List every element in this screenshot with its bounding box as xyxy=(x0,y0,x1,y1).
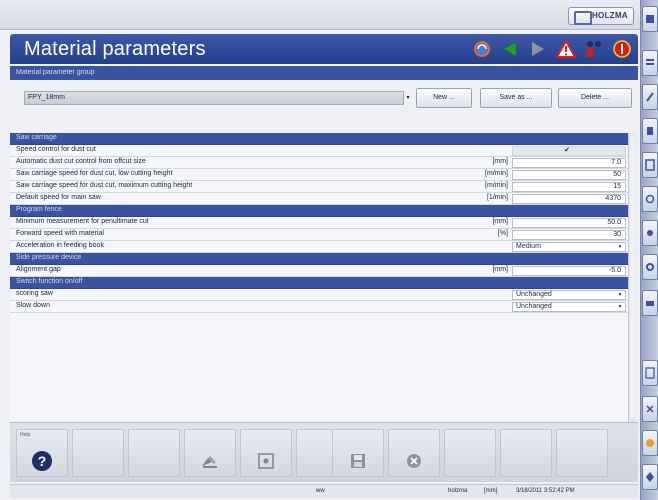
dropdown-arrow-icon[interactable]: ▾ xyxy=(404,92,412,104)
edit-tool-icon xyxy=(197,448,223,474)
group-select-row: FPY_18mm ▾ New ... Save as ... Delete ..… xyxy=(10,87,638,109)
material-group-select[interactable]: FPY_18mm ▾ xyxy=(24,91,410,105)
status-datetime: 3/18/2011 3:52:42 PM xyxy=(516,488,575,494)
table-row: Alignment gap [mm] -5.0 xyxy=(10,265,628,277)
side-panel-icon[interactable] xyxy=(642,152,658,178)
slow-down-select[interactable]: Unchanged ▼ xyxy=(512,302,626,312)
scrollbar-thumb[interactable] xyxy=(630,137,635,417)
status-center: ww xyxy=(316,488,325,494)
document-icon xyxy=(253,448,279,474)
parameter-table: Saw carriage Speed control for dust cut … xyxy=(10,133,628,421)
min-measurement-field[interactable]: 50.0 xyxy=(512,218,626,228)
toolbar-slot-empty xyxy=(444,429,496,477)
side-close-icon[interactable] xyxy=(642,396,658,422)
material-group-value: FPY_18mm xyxy=(28,94,65,101)
help-button[interactable]: Help ? xyxy=(16,429,68,477)
section-side-pressure: Side pressure device xyxy=(10,253,628,265)
table-row: Acceleration in feeding book Medium ▼ xyxy=(10,241,628,253)
new-button[interactable]: New ... xyxy=(416,88,472,108)
warning-icon[interactable] xyxy=(556,39,576,59)
top-bar: HOLZMA xyxy=(0,0,640,30)
help-icon: ? xyxy=(29,448,55,474)
title-bar: Material parameters xyxy=(10,34,638,64)
section-switch-function: Switch function on/off xyxy=(10,277,628,289)
table-row: Saw carriage speed for dust cut, low cut… xyxy=(10,169,628,181)
toolbar-slot-empty xyxy=(128,429,180,477)
bottom-toolbar: Help ? xyxy=(10,422,638,482)
document-button[interactable] xyxy=(240,429,292,477)
side-machine-icon[interactable] xyxy=(642,6,658,32)
table-row: Forward speed with material [%] 30 xyxy=(10,229,628,241)
side-gear-icon[interactable] xyxy=(642,254,658,280)
side-settings-icon[interactable] xyxy=(642,220,658,246)
table-row: Automatic dust cut control from offcut s… xyxy=(10,157,628,169)
save-icon xyxy=(345,448,371,474)
auto-dust-cut-field[interactable]: 7.0 xyxy=(512,158,626,168)
main-window: HOLZMA Material parameters Material para… xyxy=(0,0,640,500)
stop-icon[interactable] xyxy=(612,39,632,59)
group-header: Material parameter group xyxy=(10,66,638,80)
low-cutting-height-speed-field[interactable]: 50 xyxy=(512,170,626,180)
page-title: Material parameters xyxy=(24,38,206,60)
table-row: Slow down Unchanged ▼ xyxy=(10,301,628,313)
section-program-fence: Program fence xyxy=(10,205,628,217)
status-user: holzma xyxy=(448,488,468,494)
toolbar-slot-empty xyxy=(500,429,552,477)
main-saw-speed-field[interactable]: 4370 xyxy=(512,194,626,204)
back-arrow-icon[interactable] xyxy=(500,39,520,59)
side-saw-icon[interactable] xyxy=(642,118,658,144)
dropdown-arrow-icon[interactable]: ▼ xyxy=(616,303,624,311)
close-icon xyxy=(401,448,427,474)
status-bar: ww holzma [mm] 3/18/2011 3:52:42 PM xyxy=(10,484,638,498)
table-row: scoring saw Unchanged ▼ xyxy=(10,289,628,301)
toolbar-slot-empty xyxy=(72,429,124,477)
side-rotate-icon[interactable] xyxy=(642,186,658,212)
side-tool-icon[interactable] xyxy=(642,84,658,110)
side-print-icon[interactable] xyxy=(642,290,658,316)
side-warning-icon[interactable] xyxy=(642,430,658,456)
holzma-logo: HOLZMA xyxy=(568,7,634,25)
side-list-icon[interactable] xyxy=(642,50,658,76)
forward-arrow-icon[interactable] xyxy=(528,39,548,59)
alignment-gap-field[interactable]: -5.0 xyxy=(512,266,626,276)
dropdown-arrow-icon[interactable]: ▼ xyxy=(616,243,624,251)
right-icon-strip xyxy=(640,0,658,500)
side-info-icon[interactable] xyxy=(642,464,658,490)
cancel-toolbar-button[interactable] xyxy=(388,429,440,477)
vertical-scrollbar[interactable] xyxy=(628,133,636,423)
table-row: Speed control for dust cut ✔ xyxy=(10,145,628,157)
scoring-saw-select[interactable]: Unchanged ▼ xyxy=(512,290,626,300)
max-cutting-height-speed-field[interactable]: 15 xyxy=(512,182,626,192)
table-row: Minimum measurement for penultimate cut … xyxy=(10,217,628,229)
acceleration-select[interactable]: Medium ▼ xyxy=(512,242,626,252)
toolbar-slot-empty xyxy=(556,429,608,477)
delete-button[interactable]: Delete ... xyxy=(558,88,632,108)
forward-speed-field[interactable]: 30 xyxy=(512,230,626,240)
speed-control-checkbox[interactable]: ✔ xyxy=(512,146,626,156)
section-saw-carriage: Saw carriage xyxy=(10,133,628,145)
side-grid-icon[interactable] xyxy=(642,360,658,386)
save-as-button[interactable]: Save as ... xyxy=(480,88,552,108)
dropdown-arrow-icon[interactable]: ▼ xyxy=(616,291,624,299)
table-row: Saw carriage speed for dust cut, maximum… xyxy=(10,181,628,193)
svg-text:?: ? xyxy=(38,453,47,469)
table-row: Default speed for main saw [1/min] 4370 xyxy=(10,193,628,205)
operators-icon[interactable] xyxy=(584,39,604,59)
tool-button[interactable] xyxy=(184,429,236,477)
refresh-icon[interactable] xyxy=(472,39,492,59)
status-unit: [mm] xyxy=(484,488,498,494)
save-toolbar-button[interactable] xyxy=(332,429,384,477)
